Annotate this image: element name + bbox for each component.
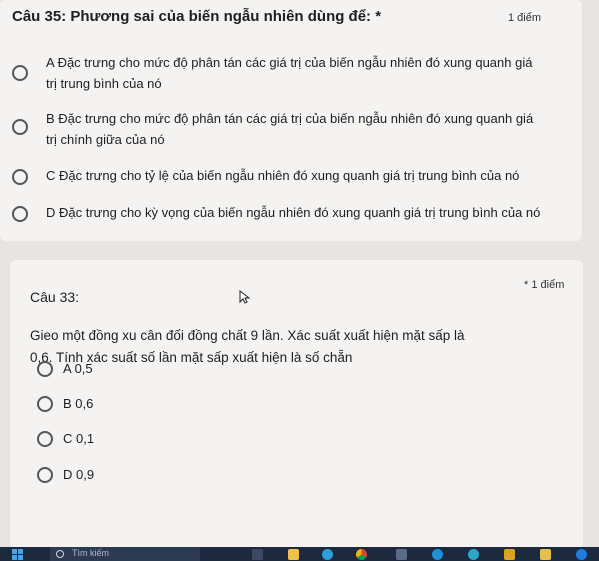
option-a-line2: trị trung bình của nó bbox=[46, 76, 162, 91]
radio-option-d[interactable] bbox=[37, 467, 53, 483]
option-c-text: C 0,1 bbox=[63, 431, 95, 446]
option-d-text: D 0,9 bbox=[63, 467, 95, 482]
radio-option-a[interactable] bbox=[37, 361, 53, 377]
mouse-cursor-icon bbox=[239, 290, 251, 304]
word-icon[interactable] bbox=[432, 549, 443, 560]
radio-option-a[interactable] bbox=[12, 65, 28, 81]
radio-option-b[interactable] bbox=[37, 396, 53, 412]
radio-option-c[interactable] bbox=[12, 169, 28, 185]
mail-icon[interactable] bbox=[504, 549, 515, 560]
question-title: Câu 33: bbox=[30, 289, 80, 305]
search-icon bbox=[56, 550, 64, 558]
edge-icon[interactable] bbox=[322, 549, 333, 560]
task-view-icon[interactable] bbox=[252, 549, 263, 560]
search-placeholder: Tìm kiếm bbox=[72, 548, 109, 558]
taskbar: Tìm kiếm bbox=[0, 547, 599, 561]
option-d-line1: D Đặc trưng cho kỳ vọng của biến ngẫu nh… bbox=[46, 205, 541, 220]
option-c-line1: C Đặc trưng cho tỷ lệ của biến ngẫu nhiê… bbox=[46, 168, 520, 183]
option-c-text: C Đặc trưng cho tỷ lệ của biến ngẫu nhiê… bbox=[46, 165, 519, 186]
option-b-text: B 0,6 bbox=[63, 396, 94, 411]
question-body: Gieo một đồng xu cân đối đồng chất 9 lần… bbox=[30, 325, 465, 369]
radio-option-c[interactable] bbox=[37, 431, 53, 447]
question-body-line1: Gieo một đồng xu cân đối đồng chất 9 lần… bbox=[30, 328, 465, 343]
file-explorer-icon[interactable] bbox=[288, 549, 299, 560]
question-body-line2: 0,6. Tính xác suất số lần mặt sấp xuất h… bbox=[30, 350, 353, 365]
question-card-33: Câu 33: * 1 điểm Gieo một đồng xu cân đố… bbox=[10, 260, 583, 548]
option-b-line2: trị chính giữa của nó bbox=[46, 132, 165, 147]
question-card-35: Câu 35: Phương sai của biến ngẫu nhiên d… bbox=[0, 0, 582, 241]
question-points: 1 điểm bbox=[508, 12, 542, 24]
radio-option-d[interactable] bbox=[12, 206, 28, 222]
option-a-line1: A Đặc trưng cho mức độ phân tán các giá … bbox=[46, 55, 533, 70]
option-a-text: A Đặc trưng cho mức độ phân tán các giá … bbox=[46, 52, 532, 94]
option-b-text: B Đặc trưng cho mức độ phân tán các giá … bbox=[46, 108, 533, 150]
teams-icon[interactable] bbox=[468, 549, 479, 560]
start-icon[interactable] bbox=[12, 549, 23, 560]
option-a-text: A 0,5 bbox=[63, 361, 93, 376]
chrome-icon[interactable] bbox=[356, 549, 367, 560]
option-d-text: D Đặc trưng cho kỳ vọng của biến ngẫu nh… bbox=[46, 202, 540, 223]
option-b-line1: B Đặc trưng cho mức độ phân tán các giá … bbox=[46, 111, 534, 126]
zalo-icon[interactable] bbox=[576, 549, 587, 560]
taskbar-search[interactable]: Tìm kiếm bbox=[50, 547, 200, 561]
question-points: * 1 điểm bbox=[524, 279, 565, 291]
store-icon[interactable] bbox=[396, 549, 407, 560]
folder-icon[interactable] bbox=[540, 549, 551, 560]
radio-option-b[interactable] bbox=[12, 119, 28, 135]
question-title: Câu 35: Phương sai của biến ngẫu nhiên d… bbox=[12, 8, 382, 25]
